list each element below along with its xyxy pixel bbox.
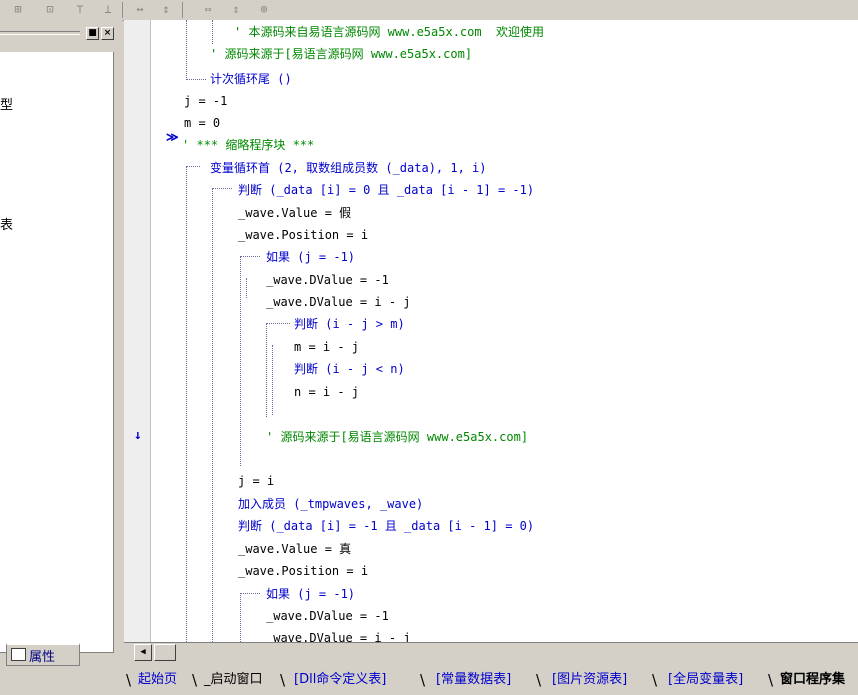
tab-divider: \ <box>536 671 542 689</box>
code-line[interactable]: ' *** 缩略程序块 *** <box>182 137 314 153</box>
tab-startup-window[interactable]: _启动窗口 <box>204 669 263 691</box>
code-line[interactable]: 判断 (_data [i] = -1 且 _data [i - 1] = 0) <box>238 518 534 534</box>
code-line[interactable]: 判断 (i - j < n) <box>294 361 405 377</box>
same-size-icon[interactable]: ⊕ <box>256 2 272 17</box>
code-line[interactable]: _wave.Value = 真 <box>238 541 351 557</box>
code-line[interactable]: _wave.DValue = -1 <box>266 272 389 288</box>
code-line[interactable]: m = i - j <box>294 339 359 355</box>
code-line[interactable]: m = 0 <box>184 115 220 131</box>
align-grid-icon[interactable]: ⊞ <box>10 2 26 17</box>
tab-start-page[interactable]: 起始页 <box>138 669 177 691</box>
titlebar-grip[interactable] <box>0 31 80 35</box>
same-width-icon[interactable]: ⇔ <box>200 2 216 17</box>
editor-gutter: ↓ <box>124 20 151 642</box>
tab-divider: \ <box>280 671 286 689</box>
tab-divider: \ <box>768 671 774 689</box>
tab-image-resources[interactable]: [图片资源表] <box>552 669 627 691</box>
tab-constants[interactable]: [常量数据表] <box>436 669 511 691</box>
tree-guide <box>212 188 213 642</box>
panel-content: 型 表 <box>0 52 114 653</box>
code-line[interactable]: 如果 (j = -1) <box>266 249 355 265</box>
tab-global-vars[interactable]: [全局变量表] <box>668 669 743 691</box>
left-panel: ■ × 型 表 <box>0 20 122 662</box>
code-line[interactable]: 判断 (_data [i] = 0 且 _data [i - 1] = -1) <box>238 182 534 198</box>
tab-dll-commands[interactable]: [Dll命令定义表] <box>294 669 386 691</box>
align-bottom-icon[interactable]: ⊥ <box>100 2 116 17</box>
tree-guide <box>186 20 187 80</box>
code-line[interactable]: j = -1 <box>184 93 227 109</box>
current-line-marker: ↓ <box>134 428 142 443</box>
toolbar: ⊞ ⊡ ⊤ ⊥ ↔ ↕ ⇔ ⇕ ⊕ <box>0 0 858 21</box>
code-line[interactable]: 变量循环首 (2, 取数组成员数 (_data), 1, i) <box>210 160 487 176</box>
same-height-icon[interactable]: ⇕ <box>228 2 244 17</box>
restore-button[interactable]: ■ <box>86 27 99 40</box>
tree-guide <box>212 20 213 44</box>
tree-guide <box>186 79 206 80</box>
horizontal-scrollbar[interactable]: ◀ <box>124 642 858 661</box>
code-line[interactable]: j = i <box>238 473 274 489</box>
code-line[interactable]: _wave.Position = i <box>238 563 368 579</box>
code-line[interactable]: n = i - j <box>294 384 359 400</box>
list-item: 型 <box>0 98 14 113</box>
code-line[interactable]: 加入成员 (_tmpwaves, _wave) <box>238 496 423 512</box>
close-button[interactable]: × <box>101 27 114 40</box>
tree-guide <box>246 278 247 298</box>
tab-divider: \ <box>192 671 198 689</box>
properties-icon <box>11 648 26 661</box>
align-center-icon[interactable]: ⊡ <box>42 2 58 17</box>
tree-guide <box>240 593 260 594</box>
tree-guide <box>240 593 241 642</box>
panel-titlebar: ■ × <box>0 24 122 40</box>
tab-properties-label: 属性 <box>29 650 56 665</box>
fold-marker[interactable]: ≫ <box>166 130 179 144</box>
space-vertical-icon[interactable]: ↕ <box>158 2 174 17</box>
space-horizontal-icon[interactable]: ↔ <box>132 2 148 17</box>
list-item: 表 <box>0 218 14 233</box>
code-editor[interactable]: ↓ ≫ ' 本源码来自易语言源码网 www.e5a5x.com 欢迎使用 ' 源… <box>124 20 858 645</box>
align-top-icon[interactable]: ⊤ <box>72 2 88 17</box>
tree-guide <box>266 323 267 417</box>
tab-properties[interactable]: 属性 <box>6 643 80 666</box>
toolbar-separator <box>122 2 123 18</box>
tab-window-assembly[interactable]: 窗口程序集 <box>780 669 845 691</box>
code-line[interactable]: 判断 (i - j > m) <box>294 316 405 332</box>
code-line[interactable]: _wave.DValue = -1 <box>266 608 389 624</box>
code-line[interactable]: 如果 (j = -1) <box>266 586 355 602</box>
code-line[interactable]: _wave.DValue = i - j <box>266 294 411 310</box>
tree-guide <box>240 256 260 257</box>
tree-guide <box>186 166 187 642</box>
tree-guide <box>272 345 273 415</box>
tree-guide <box>240 256 241 466</box>
code-line[interactable]: _wave.Position = i <box>238 227 368 243</box>
tab-divider: \ <box>420 671 426 689</box>
tree-guide <box>212 188 232 189</box>
scroll-thumb[interactable] <box>154 644 176 661</box>
tree-guide <box>266 323 290 324</box>
tree-guide <box>186 166 200 167</box>
toolbar-separator <box>182 2 183 18</box>
tab-divider: \ <box>126 671 132 689</box>
tab-divider: \ <box>652 671 658 689</box>
code-line[interactable]: 计次循环尾 () <box>210 71 292 87</box>
code-line[interactable]: ' 源码来源于[易语言源码网 www.e5a5x.com] <box>266 429 528 445</box>
scroll-left-button[interactable]: ◀ <box>134 644 152 661</box>
code-line[interactable]: _wave.Value = 假 <box>238 205 351 221</box>
code-line[interactable]: ' 源码来源于[易语言源码网 www.e5a5x.com] <box>210 46 472 62</box>
document-tabs: \ 起始页 \ _启动窗口 \ [Dll命令定义表] \ [常量数据表] \ [… <box>124 667 858 695</box>
code-line[interactable]: ' 本源码来自易语言源码网 www.e5a5x.com 欢迎使用 <box>234 24 544 40</box>
